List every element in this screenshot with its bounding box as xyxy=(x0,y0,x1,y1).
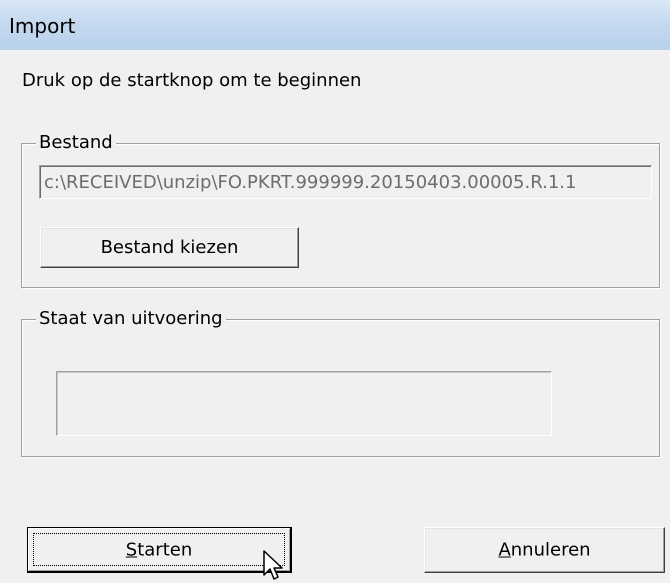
cancel-button-label: Annuleren xyxy=(425,540,664,561)
cancel-button-label-rest: nnuleren xyxy=(510,539,591,561)
start-button-label-rest: tarten xyxy=(137,539,193,560)
bestand-group-label: Bestand xyxy=(36,131,116,155)
start-button[interactable]: Starten xyxy=(27,527,292,573)
start-button-label: Starten xyxy=(28,539,290,560)
cancel-button-mnemonic: A xyxy=(498,539,511,561)
progress-bar xyxy=(56,371,552,436)
execution-status-groupbox: Staat van uitvoering xyxy=(21,307,660,457)
instruction-text: Druk op de startknop om te beginnen xyxy=(22,70,362,91)
cancel-button[interactable]: Annuleren xyxy=(424,527,665,573)
execution-status-label: Staat van uitvoering xyxy=(36,307,226,331)
title-bar: Import xyxy=(0,0,670,50)
bestand-groupbox: Bestand c:\RECEIVED\unzip\FO.PKRT.999999… xyxy=(21,131,660,288)
window-title: Import xyxy=(9,14,76,38)
file-path-field[interactable]: c:\RECEIVED\unzip\FO.PKRT.999999.2015040… xyxy=(39,165,652,199)
choose-file-button[interactable]: Bestand kiezen xyxy=(40,227,299,268)
start-button-mnemonic: S xyxy=(125,539,138,560)
arrow-pointer-icon xyxy=(263,550,283,580)
